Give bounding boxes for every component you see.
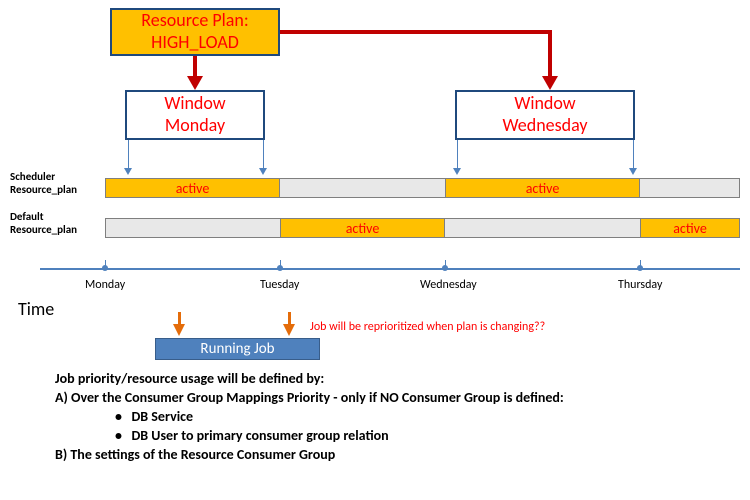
wm-line2: Monday: [165, 114, 225, 136]
tick-mon: [105, 260, 106, 270]
default-seg-tue: active: [280, 218, 445, 238]
thin-arrow-wed-right: [633, 140, 634, 170]
thin-arrow-wed-left-head: [453, 168, 461, 175]
timeline-axis: [40, 268, 740, 270]
orange-arrow-1-head: [173, 324, 185, 336]
body-text-block: Job priority/resource usage will be defi…: [55, 370, 735, 464]
default-seg-thu: active: [640, 218, 740, 238]
def-l1: Default: [10, 210, 44, 223]
time-label: Time: [18, 298, 54, 320]
scheduler-label: Scheduler Resource_plan: [10, 170, 77, 196]
resource-plan-box: Resource Plan: HIGH_LOAD: [110, 8, 280, 56]
window-monday-text: Window Monday: [164, 93, 225, 136]
ww-line2: Wednesday: [502, 114, 587, 136]
wm-line1: Window: [164, 92, 225, 114]
tick-thu: [640, 260, 641, 270]
window-wednesday-text: Window Wednesday: [502, 93, 587, 136]
job-note: Job will be reprioritized when plan is c…: [310, 320, 545, 334]
body-a2: DB User to primary consumer group relati…: [131, 427, 388, 444]
diagram-canvas: Resource Plan: HIGH_LOAD Window Monday W…: [0, 0, 750, 500]
body-a2-row: • DB User to primary consumer group rela…: [55, 427, 735, 446]
running-job-bar: Running Job: [155, 338, 320, 360]
sched-active-2: active: [526, 180, 560, 197]
arrow-rp-to-wed-stem: [548, 30, 552, 78]
def-active-1: active: [346, 220, 380, 237]
arrow-rp-horizontal: [280, 30, 550, 34]
tick-wed: [445, 260, 446, 270]
sched-l1: Scheduler: [10, 170, 55, 183]
body-b: B) The settings of the Resource Consumer…: [55, 446, 735, 465]
thin-arrow-wed-right-head: [629, 168, 637, 175]
rp-line2: HIGH_LOAD: [151, 31, 239, 53]
sched-l2: Resource_plan: [10, 183, 77, 196]
tick-label-tue: Tuesday: [260, 278, 299, 292]
body-a1-row: • DB Service: [55, 408, 735, 427]
tick-label-thu: Thursday: [618, 278, 662, 292]
window-monday-box: Window Monday: [125, 90, 265, 140]
def-active-2: active: [673, 220, 707, 237]
body-a: A) Over the Consumer Group Mappings Prio…: [55, 389, 735, 408]
rp-line1: Resource Plan:: [141, 9, 248, 31]
window-wednesday-box: Window Wednesday: [455, 90, 635, 140]
scheduler-seg-wed: active: [445, 178, 640, 198]
def-l2: Resource_plan: [10, 223, 77, 236]
arrow-rp-to-monday-head: [187, 76, 203, 90]
thin-arrow-mon-right-head: [259, 168, 267, 175]
tick-label-wed: Wednesday: [420, 278, 477, 292]
running-job-label: Running Job: [200, 340, 274, 358]
sched-active-1: active: [176, 180, 210, 197]
tick-tue: [280, 260, 281, 270]
body-a1: DB Service: [131, 408, 193, 425]
ww-line1: Window: [514, 92, 575, 114]
default-label: Default Resource_plan: [10, 210, 77, 236]
thin-arrow-wed-left: [457, 140, 458, 170]
arrow-rp-to-wed-head: [542, 76, 558, 90]
arrow-rp-to-monday-stem: [193, 56, 197, 78]
resource-plan-text: Resource Plan: HIGH_LOAD: [141, 10, 248, 53]
thin-arrow-mon-right: [263, 140, 264, 170]
thin-arrow-mon-left: [128, 140, 129, 170]
scheduler-seg-mon: active: [105, 178, 280, 198]
body-intro: Job priority/resource usage will be defi…: [55, 370, 735, 389]
orange-arrow-2-head: [283, 324, 295, 336]
tick-label-mon: Monday: [85, 278, 125, 292]
thin-arrow-mon-left-head: [124, 168, 132, 175]
